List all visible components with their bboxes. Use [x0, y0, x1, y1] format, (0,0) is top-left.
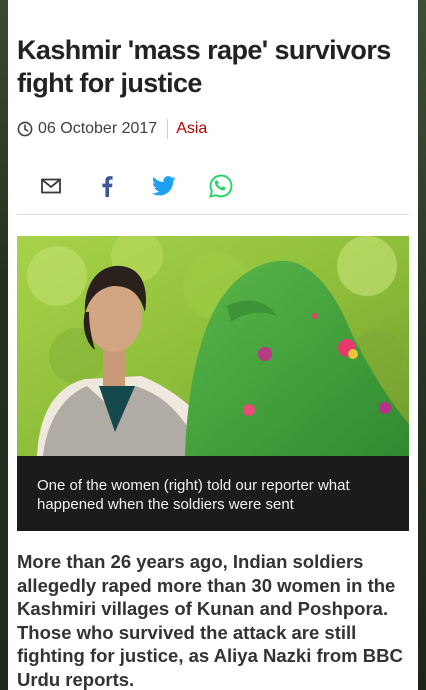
- publish-date: 06 October 2017: [38, 120, 158, 137]
- background-left-edge: [0, 0, 8, 690]
- article-intro: More than 26 years ago, Indian soldiers …: [17, 551, 403, 690]
- twitter-share-button[interactable]: [147, 170, 181, 202]
- twitter-icon: [152, 176, 176, 196]
- section-link[interactable]: Asia: [176, 120, 207, 138]
- background-right-edge: [418, 0, 426, 690]
- facebook-share-button[interactable]: [90, 170, 124, 202]
- share-divider: [17, 214, 409, 215]
- facebook-icon: [102, 176, 113, 197]
- photo-caption: One of the women (right) told our report…: [17, 456, 409, 531]
- clock-icon: [17, 121, 33, 137]
- caption-text: One of the women (right) told our report…: [37, 477, 350, 513]
- share-bar: [17, 170, 409, 202]
- email-share-button[interactable]: [34, 170, 68, 202]
- whatsapp-share-button[interactable]: [204, 170, 238, 202]
- whatsapp-icon: [209, 174, 233, 198]
- meta-divider: [167, 119, 169, 139]
- article-photo: [17, 236, 409, 456]
- article-meta: 06 October 2017 Asia: [17, 118, 207, 140]
- article-card: Kashmir 'mass rape' survivors fight for …: [8, 0, 418, 690]
- email-icon: [41, 178, 61, 194]
- article-headline: Kashmir 'mass rape' survivors fight for …: [17, 35, 391, 98]
